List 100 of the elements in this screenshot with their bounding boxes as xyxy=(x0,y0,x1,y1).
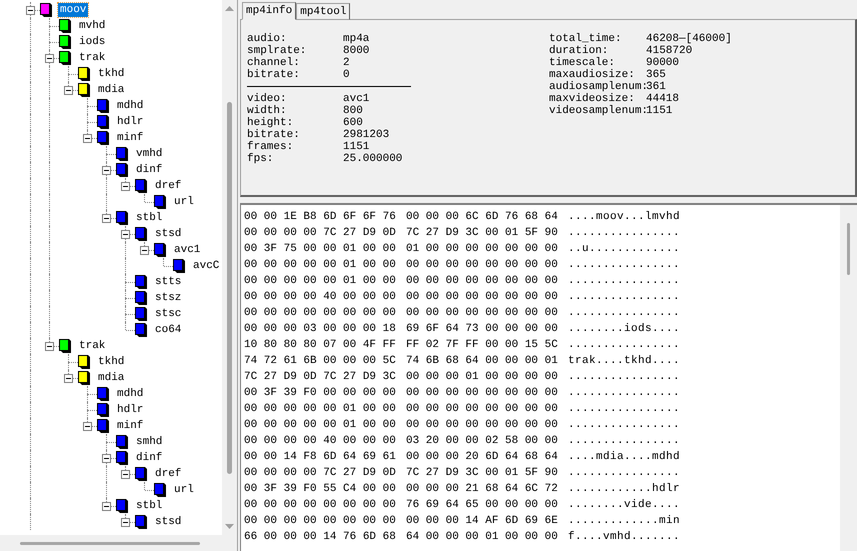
tree-item[interactable]: mdhd xyxy=(115,387,146,401)
tree-item[interactable]: dinf xyxy=(134,163,164,177)
collapse-button[interactable] xyxy=(121,230,130,239)
hex-bytes: 00 00 1E B8 6D 6F 6F 76 xyxy=(244,210,397,225)
tab[interactable]: mp4info xyxy=(242,2,296,20)
hex-bytes: 7C 27 D9 0D 7C 27 D9 3C xyxy=(244,370,397,385)
ascii-text: ................ xyxy=(568,226,680,241)
collapse-button[interactable] xyxy=(102,502,111,511)
tree-item[interactable]: dref xyxy=(153,467,184,481)
hex-bytes: 00 00 00 00 00 00 00 00 xyxy=(406,306,559,321)
scroll-thumb[interactable] xyxy=(847,223,850,275)
block-icon xyxy=(115,210,129,226)
tree-item[interactable]: hdlr xyxy=(115,403,146,417)
tree-item[interactable]: mdia xyxy=(96,83,126,97)
scroll-thumb[interactable] xyxy=(227,102,232,474)
hex-bytes: 00 00 00 00 40 00 00 00 xyxy=(244,434,397,449)
block-icon xyxy=(172,258,186,274)
info-value: 361 xyxy=(646,81,667,93)
tree-item[interactable]: hdlr xyxy=(115,115,146,129)
info-value: 365 xyxy=(646,69,667,81)
block-icon xyxy=(58,338,72,354)
hex-bytes: 00 00 00 00 00 00 00 00 xyxy=(406,274,559,289)
block-icon xyxy=(153,482,167,498)
tree-item[interactable]: trak xyxy=(77,339,108,353)
tree-item[interactable]: iods xyxy=(77,35,108,49)
ascii-text: ................ xyxy=(568,290,680,305)
hex-bytes: 00 00 00 00 00 01 00 00 xyxy=(244,274,397,289)
block-icon xyxy=(134,514,148,530)
collapse-button[interactable] xyxy=(140,246,149,255)
tree-item[interactable]: mvhd xyxy=(77,19,108,33)
tree-item[interactable]: mdia xyxy=(96,371,126,385)
tree-item[interactable]: url xyxy=(172,483,196,497)
hex-bytes: 69 6F 64 73 00 00 00 00 xyxy=(406,322,559,337)
block-icon xyxy=(58,50,72,66)
collapse-button[interactable] xyxy=(121,182,130,191)
tree-item[interactable]: stsd xyxy=(153,515,184,529)
block-icon xyxy=(134,178,148,194)
collapse-button[interactable] xyxy=(83,134,92,143)
info-value: 800 xyxy=(343,105,364,117)
block-icon xyxy=(39,2,53,18)
tree-item[interactable]: vmhd xyxy=(134,147,164,161)
info-label: audiosamplenum: xyxy=(549,81,646,93)
collapse-button[interactable] xyxy=(121,470,130,479)
collapse-button[interactable] xyxy=(64,374,73,383)
tree-item[interactable]: avcC xyxy=(191,259,222,273)
info-value: 4158720 xyxy=(646,45,694,57)
ascii-text: ........vide.... xyxy=(568,498,680,513)
block-icon xyxy=(134,306,148,322)
tree-item[interactable]: stsd xyxy=(153,227,184,241)
block-icon xyxy=(77,370,91,386)
tree-item[interactable]: url xyxy=(172,195,196,209)
block-icon xyxy=(134,290,148,306)
tree-item[interactable]: co64 xyxy=(153,323,184,337)
info-label: bitrate: xyxy=(247,129,301,141)
hex-bytes: 64 00 00 00 01 00 00 00 xyxy=(406,530,559,545)
ascii-text: ................ xyxy=(568,434,680,449)
hex-bytes: 00 00 00 20 6D 64 68 64 xyxy=(406,450,559,465)
tree-item[interactable]: stsc xyxy=(153,307,184,321)
info-label: height: xyxy=(247,117,294,129)
tree-item[interactable]: minf xyxy=(115,419,146,433)
info-value: 1151 xyxy=(646,105,674,117)
collapse-button[interactable] xyxy=(102,166,111,175)
tree-item[interactable]: stbl xyxy=(134,499,164,513)
block-icon xyxy=(77,354,91,370)
collapse-button[interactable] xyxy=(102,214,111,223)
block-icon xyxy=(134,226,148,242)
block-icon xyxy=(96,98,110,114)
collapse-button[interactable] xyxy=(121,518,130,527)
tree-item[interactable]: trak xyxy=(77,51,108,65)
info-label: smplrate: xyxy=(247,45,308,57)
scroll-thumb[interactable] xyxy=(20,542,200,544)
tree-item[interactable]: dref xyxy=(153,179,184,193)
collapse-button[interactable] xyxy=(64,86,73,95)
block-icon xyxy=(58,18,72,34)
hex-bytes: 00 3F 75 00 00 01 00 00 xyxy=(244,242,397,257)
tree-item[interactable]: smhd xyxy=(134,435,164,449)
tree-item[interactable]: tkhd xyxy=(96,355,126,369)
info-value: 46208—[46000] xyxy=(646,33,732,45)
tree-item[interactable]: tkhd xyxy=(96,67,126,81)
tree-item[interactable]: stts xyxy=(153,275,184,289)
collapse-button[interactable] xyxy=(45,342,54,351)
tree-item[interactable]: stsz xyxy=(153,291,184,305)
tree-item[interactable]: mdhd xyxy=(115,99,146,113)
tab[interactable]: mp4tool xyxy=(296,3,350,20)
collapse-button[interactable] xyxy=(45,54,54,63)
block-icon xyxy=(134,322,148,338)
tree-item[interactable]: moov xyxy=(58,3,88,17)
info-label: channel: xyxy=(247,57,301,69)
collapse-button[interactable] xyxy=(83,422,92,431)
collapse-button[interactable] xyxy=(26,6,35,15)
collapse-button[interactable] xyxy=(102,454,111,463)
block-icon xyxy=(153,242,167,258)
hex-bytes: 00 00 00 00 00 00 00 00 xyxy=(406,290,559,305)
tree-item[interactable]: minf xyxy=(115,131,146,145)
hex-bytes: 7C 27 D9 3C 00 01 5F 90 xyxy=(406,466,559,481)
tree-item[interactable]: stbl xyxy=(134,211,164,225)
ascii-text: ................ xyxy=(568,418,680,433)
block-icon xyxy=(115,434,129,450)
tree-item[interactable]: avc1 xyxy=(172,243,202,257)
tree-item[interactable]: dinf xyxy=(134,451,164,465)
